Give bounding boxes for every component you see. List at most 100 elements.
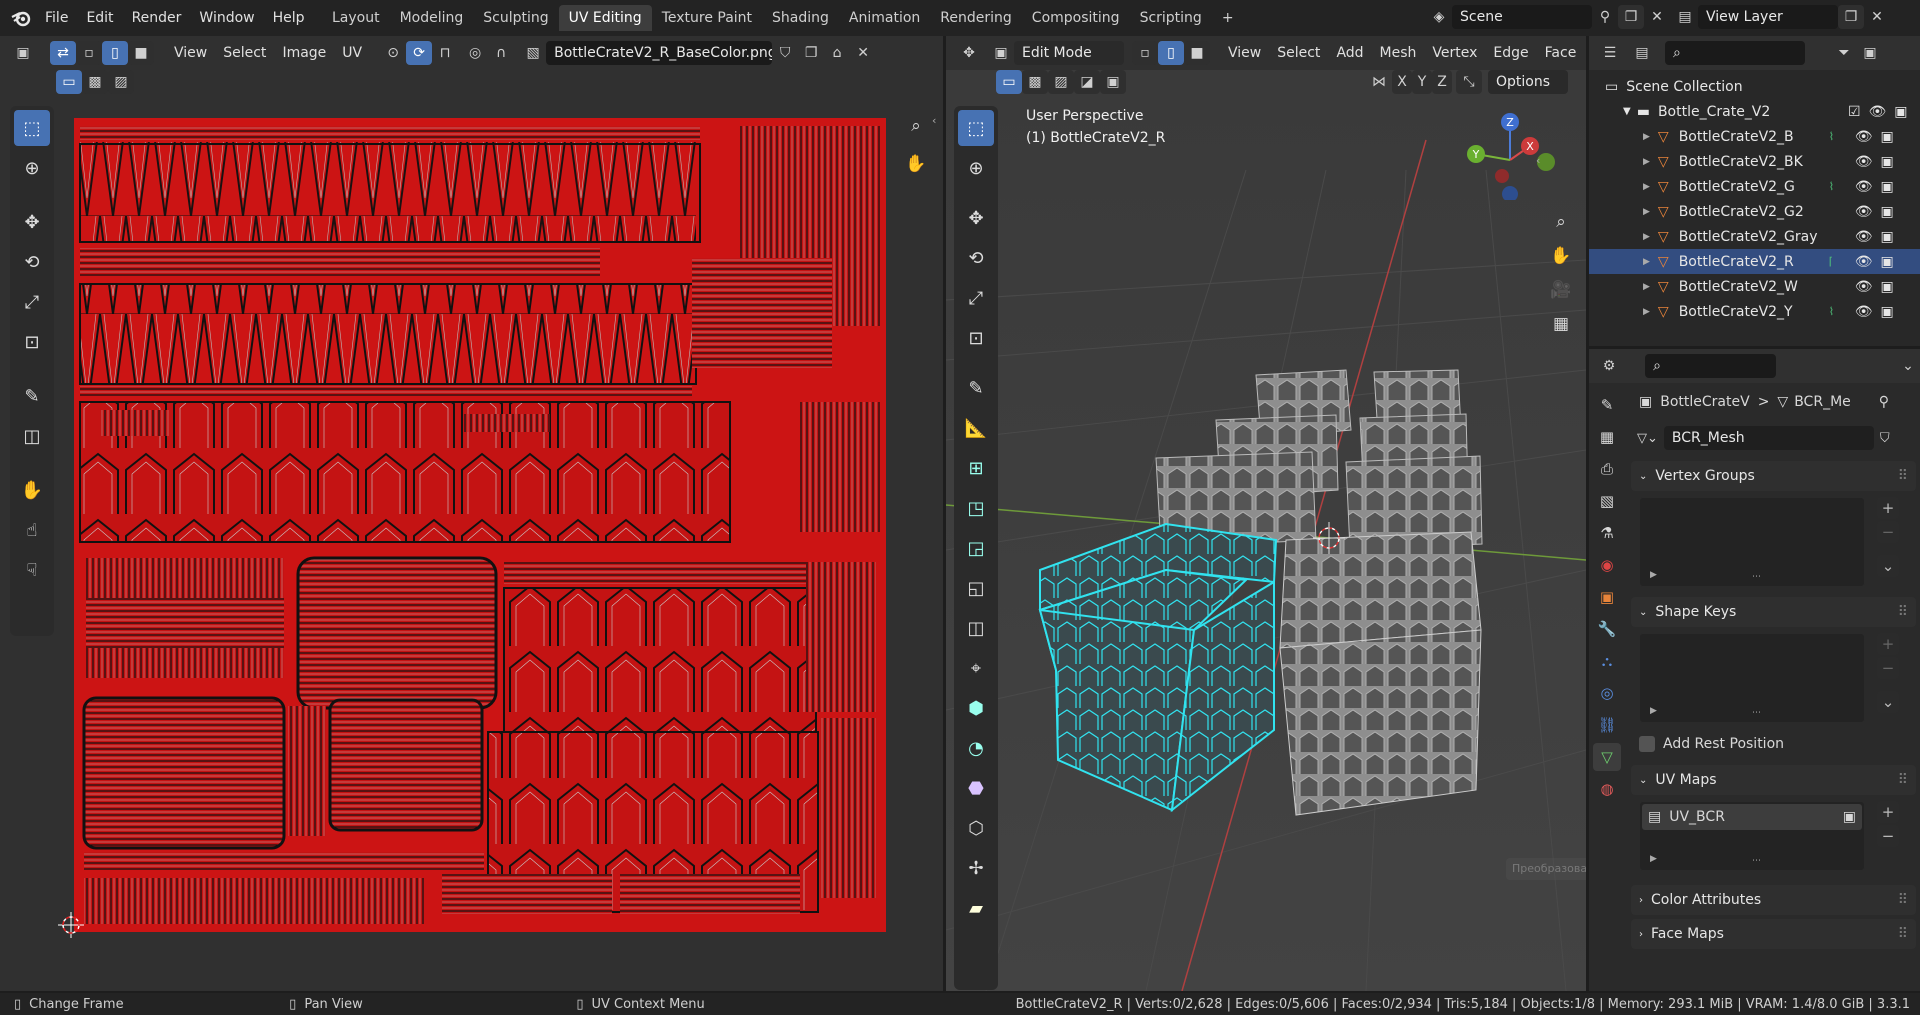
mode-dropdown[interactable]: Edit Mode <box>1014 41 1124 65</box>
grab-tool-icon[interactable]: ✋ <box>14 472 50 508</box>
render-camera-icon[interactable]: ▣ <box>1894 104 1907 120</box>
transform-gizmo-icon[interactable]: ✥ <box>956 41 982 65</box>
modifier-indicator-icon[interactable]: ⌈ <box>1829 255 1855 268</box>
properties-type-icon[interactable]: ⚙ <box>1597 354 1621 378</box>
open-image-icon[interactable]: ⌂ <box>824 41 850 65</box>
viewport-menu-view[interactable]: View <box>1220 45 1269 61</box>
tab-uv-editing[interactable]: UV Editing <box>558 5 652 31</box>
vertex-mode-icon[interactable]: ▫ <box>1132 41 1158 65</box>
collapse-chevron-icon[interactable]: ▼ <box>1623 106 1631 117</box>
vp-sidebar-toggle-icon[interactable]: ‹ <box>1536 154 1540 167</box>
face-maps-panel-header[interactable]: › Face Maps ⠿ <box>1631 919 1916 949</box>
viewport-menu-edge[interactable]: Edge <box>1485 45 1536 61</box>
vp-pan-icon[interactable]: ✋ <box>1550 246 1571 266</box>
move-tool-icon[interactable]: ✥ <box>14 204 50 240</box>
pivot-icon[interactable]: ⊙ <box>380 41 406 65</box>
vp-move-tool-icon[interactable]: ✥ <box>958 200 994 236</box>
uv-list-resize-icon[interactable]: ⋯ <box>1752 856 1761 866</box>
expand-arrow-icon[interactable]: ▶ <box>1643 307 1650 317</box>
vp-select-intersect-icon[interactable]: ▣ <box>1100 70 1126 94</box>
properties-options-icon[interactable]: ⌄ <box>1896 354 1920 378</box>
blender-logo-icon[interactable] <box>10 8 32 28</box>
scene-field[interactable]: Scene <box>1452 5 1592 29</box>
material-tab-icon[interactable]: ◍ <box>1593 775 1621 803</box>
outliner-object-row[interactable]: ▶ ▽ BottleCrateV2_G ⌇ 👁 ▣ <box>1589 174 1920 199</box>
new-image-icon[interactable]: ❐ <box>798 41 824 65</box>
pinch-tool-icon[interactable]: ☟ <box>14 552 50 588</box>
menu-render[interactable]: Render <box>123 0 191 36</box>
mirror-y-toggle[interactable]: Y <box>1412 70 1432 94</box>
data-tab-icon[interactable]: ▽ <box>1593 743 1621 771</box>
color-attributes-panel-header[interactable]: › Color Attributes ⠿ <box>1631 885 1916 915</box>
view-layer-tab-icon[interactable]: ▧ <box>1593 487 1621 515</box>
mirror-x-toggle[interactable]: X <box>1392 70 1412 94</box>
vp-transform-tool-icon[interactable]: ⊡ <box>958 320 994 356</box>
navigation-gizmo[interactable]: Z Y X <box>1466 110 1556 202</box>
vertex-groups-panel-header[interactable]: ⌄ Vertex Groups ⠿ <box>1631 461 1916 491</box>
uv-menu-select[interactable]: Select <box>215 45 274 61</box>
tab-texture-paint[interactable]: Texture Paint <box>652 5 762 31</box>
sk-list-expand-icon[interactable]: ▶ <box>1650 706 1657 716</box>
add-cube-tool-icon[interactable]: ⊞ <box>958 450 994 486</box>
vp-select-extend-icon[interactable]: ▩ <box>1022 70 1048 94</box>
transform-tool-icon[interactable]: ⊡ <box>14 324 50 360</box>
tab-rendering[interactable]: Rendering <box>930 5 1022 31</box>
world-tab-icon[interactable]: ◉ <box>1593 551 1621 579</box>
tab-compositing[interactable]: Compositing <box>1022 5 1130 31</box>
select-mode-set-icon[interactable]: ▭ <box>56 70 82 94</box>
remove-scene-icon[interactable]: ✕ <box>1644 5 1670 29</box>
options-dropdown[interactable]: Options <box>1488 70 1568 94</box>
face-maps-drag-icon[interactable]: ⠿ <box>1898 926 1908 942</box>
extrude-tool-icon[interactable]: ◳ <box>958 490 994 526</box>
select-mode-extend-icon[interactable]: ▩ <box>82 70 108 94</box>
render-camera-icon[interactable]: ▣ <box>1880 129 1893 145</box>
scene-collection-row[interactable]: ▭ Scene Collection <box>1589 74 1920 99</box>
tab-layout[interactable]: Layout <box>322 5 390 31</box>
list-expand-icon[interactable]: ▶ <box>1650 570 1657 580</box>
unlink-image-icon[interactable]: ✕ <box>850 41 876 65</box>
outliner-object-row[interactable]: ▶ ▽ BottleCrateV2_R ⌈ 👁 ▣ <box>1589 249 1920 274</box>
shrink-tool-icon[interactable]: ✢ <box>958 850 994 886</box>
constraints-tab-icon[interactable]: ⛓ <box>1593 711 1621 739</box>
viewport-menu-vertex[interactable]: Vertex <box>1424 45 1485 61</box>
menu-file[interactable]: File <box>36 0 77 36</box>
render-camera-icon[interactable]: ▣ <box>1880 229 1893 245</box>
vp-annotate-tool-icon[interactable]: ✎ <box>958 370 994 406</box>
fake-user-icon[interactable]: ⛉ <box>772 41 798 65</box>
visibility-eye-icon[interactable]: 👁 <box>1855 204 1873 220</box>
spin-tool-icon[interactable]: ◔ <box>958 730 994 766</box>
remove-view-layer-icon[interactable]: ✕ <box>1864 5 1890 29</box>
menu-help[interactable]: Help <box>264 0 314 36</box>
rotate-tool-icon[interactable]: ⟲ <box>14 244 50 280</box>
smooth-tool-icon[interactable]: ⬣ <box>958 770 994 806</box>
tab-animation[interactable]: Animation <box>839 5 930 31</box>
uv-list-expand-icon[interactable]: ▶ <box>1650 854 1657 864</box>
expand-arrow-icon[interactable]: ▶ <box>1643 207 1650 217</box>
view-layer-field[interactable]: View Layer <box>1698 5 1838 29</box>
add-vertex-group-button[interactable]: + <box>1877 497 1899 519</box>
snap-icon[interactable]: ⟳ <box>406 41 433 65</box>
add-workspace-button[interactable]: + <box>1212 5 1244 31</box>
annotate-tool-icon[interactable]: ✎ <box>14 378 50 414</box>
modifier-indicator-icon[interactable]: ⌇ <box>1829 130 1855 143</box>
uv-texture-canvas[interactable] <box>74 118 886 932</box>
poly-build-tool-icon[interactable]: ⬢ <box>958 690 994 726</box>
tab-scripting[interactable]: Scripting <box>1130 5 1212 31</box>
outliner-object-row[interactable]: ▶ ▽ BottleCrateV2_Gray 👁 ▣ <box>1589 224 1920 249</box>
face-select-icon[interactable]: ■ <box>128 41 154 65</box>
physics-tab-icon[interactable]: ◎ <box>1593 679 1621 707</box>
outliner-object-row[interactable]: ▶ ▽ BottleCrateV2_W 👁 ▣ <box>1589 274 1920 299</box>
menu-window[interactable]: Window <box>190 0 263 36</box>
new-view-layer-icon[interactable]: ❐ <box>1838 5 1864 29</box>
bevel-tool-icon[interactable]: ◱ <box>958 570 994 606</box>
collection-row[interactable]: ▼ ▬ Bottle_Crate_V2 ☑ 👁 ▣ <box>1589 99 1920 124</box>
expand-arrow-icon[interactable]: ▶ <box>1643 182 1650 192</box>
color-attributes-drag-icon[interactable]: ⠿ <box>1898 892 1908 908</box>
new-collection-icon[interactable]: ▣ <box>1857 41 1883 65</box>
outliner-type-icon[interactable]: ☰ <box>1597 41 1623 65</box>
shear-tool-icon[interactable]: ▰ <box>958 890 994 926</box>
add-uv-map-button[interactable]: + <box>1877 801 1899 823</box>
outliner-object-row[interactable]: ▶ ▽ BottleCrateV2_B ⌇ 👁 ▣ <box>1589 124 1920 149</box>
3d-viewport[interactable]: ✥ ▣ Edit Mode ▫ ▯ ■ View Select Add Mesh… <box>946 36 1586 991</box>
falloff-icon[interactable]: ∩ <box>488 41 514 65</box>
